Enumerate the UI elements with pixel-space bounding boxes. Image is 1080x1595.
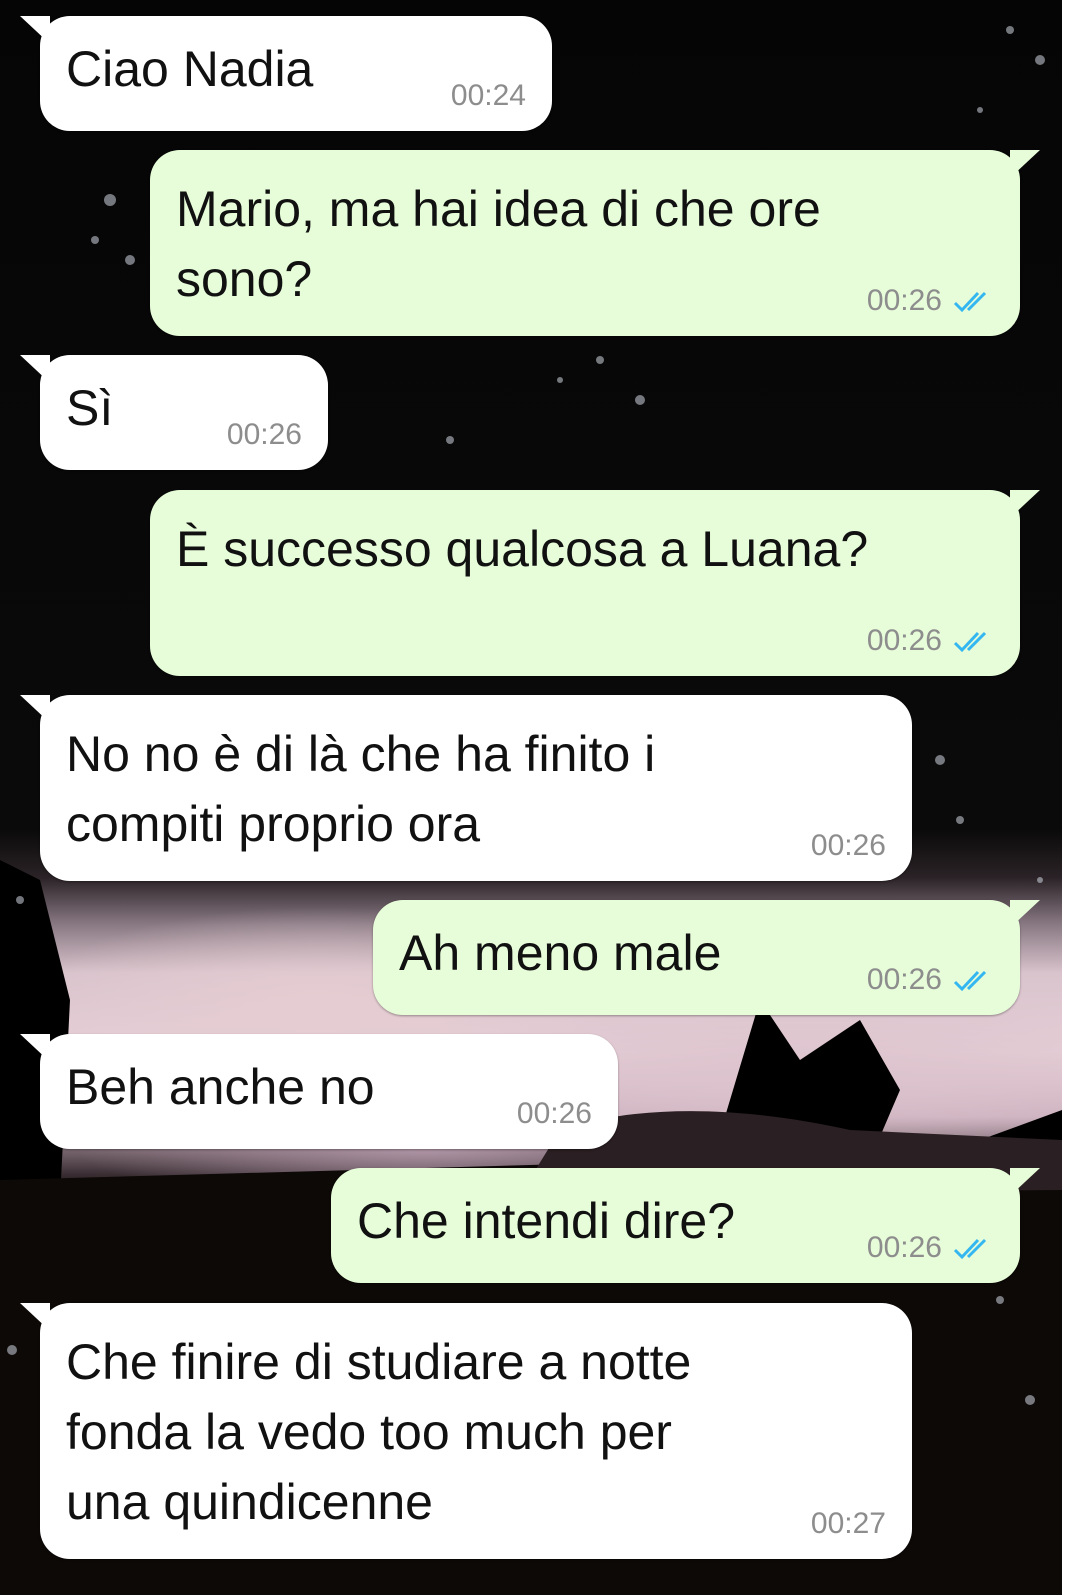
message-timestamp: 00:26 xyxy=(866,284,942,317)
message-bubble-incoming[interactable]: No no è di là che ha finito i compiti pr… xyxy=(20,695,912,881)
message-bubble-incoming[interactable]: Beh anche no 00:26 xyxy=(20,1034,618,1149)
double-check-icon xyxy=(953,292,987,313)
message-meta: 00:26 xyxy=(867,1231,996,1265)
message-bubble-outgoing[interactable]: Che intendi dire? 00:26 xyxy=(331,1168,1040,1283)
bubble-tail xyxy=(20,1303,50,1331)
message-meta: 00:26 xyxy=(867,284,996,318)
bubble-tail xyxy=(20,355,50,383)
message-bubble-incoming[interactable]: Ciao Nadia 00:24 xyxy=(20,16,552,131)
message-bubble-outgoing[interactable]: Mario, ma hai idea di che ore sono? 00:2… xyxy=(150,150,1040,336)
message-timestamp: 00:24 xyxy=(450,79,526,112)
bubble-tail xyxy=(1010,1168,1040,1196)
message-timestamp: 00:26 xyxy=(866,1231,942,1264)
message-bubble-outgoing[interactable]: È successo qualcosa a Luana? 00:26 xyxy=(150,490,1040,676)
bubble-tail xyxy=(1010,900,1040,928)
double-check-icon xyxy=(953,632,987,653)
message-meta: 00:26 xyxy=(867,624,996,658)
message-timestamp: 00:26 xyxy=(866,963,942,996)
message-text: Che finire di studiare a notte fonda la … xyxy=(66,1334,692,1530)
double-check-icon xyxy=(953,1239,987,1260)
message-bubble-incoming[interactable]: Che finire di studiare a notte fonda la … xyxy=(20,1303,912,1559)
message-text: Beh anche no xyxy=(66,1059,375,1115)
message-timestamp: 00:26 xyxy=(866,624,942,657)
message-timestamp: 00:27 xyxy=(810,1507,886,1540)
bubble-tail xyxy=(1010,150,1040,178)
message-meta: 00:26 xyxy=(867,963,996,997)
bubble-tail xyxy=(20,695,50,723)
message-timestamp: 00:26 xyxy=(226,418,302,451)
message-timestamp: 00:26 xyxy=(810,829,886,862)
message-text: È successo qualcosa a Luana? xyxy=(176,521,869,577)
message-bubble-incoming[interactable]: Sì 00:26 xyxy=(20,355,328,470)
message-bubble-outgoing[interactable]: Ah meno male 00:26 xyxy=(373,900,1040,1015)
double-check-icon xyxy=(953,971,987,992)
message-text: No no è di là che ha finito i compiti pr… xyxy=(66,726,656,852)
bubble-tail xyxy=(1010,490,1040,518)
message-timestamp: 00:26 xyxy=(516,1097,592,1130)
bubble-tail xyxy=(20,1034,50,1062)
bubble-tail xyxy=(20,16,50,44)
